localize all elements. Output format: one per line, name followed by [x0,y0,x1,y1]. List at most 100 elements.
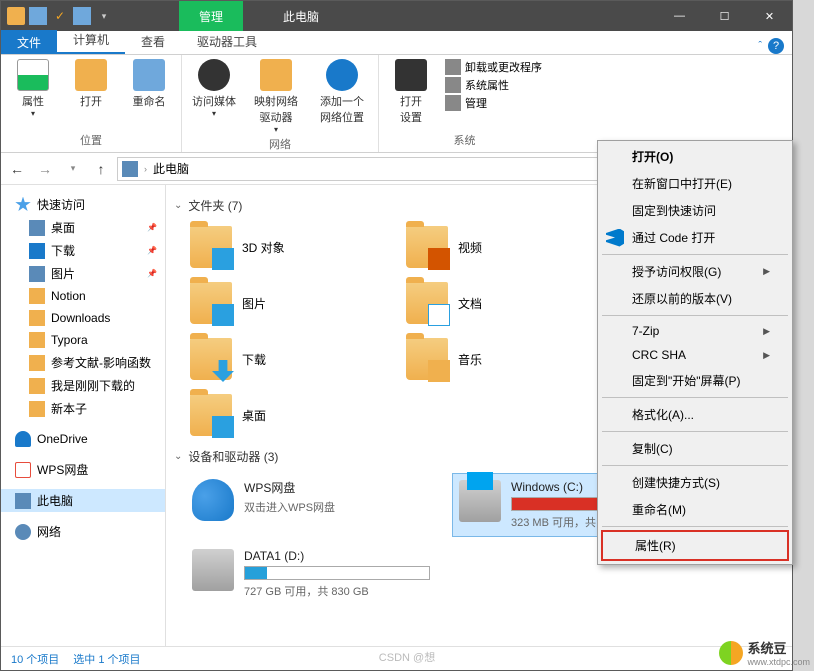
folder-desktop[interactable]: 桌面 [186,390,386,440]
ctx-restore[interactable]: 还原以前的版本(V) [600,285,790,312]
ctx-crcsha[interactable]: CRC SHA▶ [600,343,790,367]
folder-pictures[interactable]: 图片 [186,278,386,328]
rename-button[interactable]: 重命名 [125,59,173,109]
folder-icon [29,401,45,417]
sidebar-item-downloads[interactable]: 下载📌 [1,239,165,262]
drive-wps[interactable]: WPS网盘双击进入WPS网盘 [186,473,436,537]
qat-dropdown-icon[interactable]: ▾ [95,7,113,25]
window-controls: — ☐ ✕ [657,1,792,31]
folder-videos[interactable]: 视频 [402,222,602,272]
brand-icon [719,641,743,665]
sidebar-thispc[interactable]: 此电脑 [1,489,165,512]
collapse-ribbon-icon[interactable]: ˆ [758,40,762,52]
drive-d[interactable]: DATA1 (D:)727 GB 可用，共 830 GB [186,543,436,605]
minimize-button[interactable]: — [657,1,702,31]
folder-icon [406,282,448,324]
network-icon [15,524,31,540]
open-settings-button[interactable]: 打开 设置 [387,59,435,125]
ribbon: 属性▾ 打开 重命名 位置 访问媒体▾ 映射网络 驱动器▾ 添加一个 网络位置 … [1,55,792,153]
back-button[interactable]: ← [5,157,29,181]
close-button[interactable]: ✕ [747,1,792,31]
cloud-icon [192,479,234,521]
group-label-system: 系统 [387,130,542,150]
ctx-pin-quick[interactable]: 固定到快速访问 [600,197,790,224]
map-drive-button[interactable]: 映射网络 驱动器▾ [248,59,304,134]
sidebar-quick-access[interactable]: 快速访问 [1,193,165,216]
folder-downloads[interactable]: 下载 [186,334,386,384]
media-icon [198,59,230,91]
ctx-new-window[interactable]: 在新窗口中打开(E) [600,170,790,197]
sidebar-item-downloads2[interactable]: Downloads [1,307,165,329]
pin-icon: 📌 [147,223,157,232]
ribbon-tabs: 文件 计算机 查看 驱动器工具 ˆ ? [1,31,792,55]
folder-icon [29,288,45,304]
folder-icon [406,226,448,268]
sidebar-item-refs[interactable]: 参考文献-影响函数 [1,351,165,374]
netdrive-icon [260,59,292,91]
sidebar-item-desktop[interactable]: 桌面📌 [1,216,165,239]
open-button[interactable]: 打开 [67,59,115,109]
folder-3dobjects[interactable]: 3D 对象 [186,222,386,272]
folder-icon [7,7,25,25]
ctx-rename[interactable]: 重命名(M) [600,496,790,523]
recent-dropdown[interactable]: ▾ [61,157,85,181]
drive-tools-tab[interactable]: 驱动器工具 [181,29,273,54]
folder-icon [190,394,232,436]
chevron-right-icon: ▶ [763,326,770,337]
folder-icon [29,332,45,348]
app-icon [73,7,91,25]
csdn-watermark: CSDN @想 [379,649,435,665]
computer-tab[interactable]: 计算机 [57,27,125,54]
sidebar-item-newbook[interactable]: 新本子 [1,397,165,420]
settings-icon [395,59,427,91]
sysprop-button[interactable]: 系统属性 [445,77,542,93]
access-media-button[interactable]: 访问媒体▾ [190,59,238,118]
maximize-button[interactable]: ☐ [702,1,747,31]
ctx-format[interactable]: 格式化(A)... [600,401,790,428]
ribbon-group-network: 访问媒体▾ 映射网络 驱动器▾ 添加一个 网络位置 网络 [182,55,379,152]
sidebar-network[interactable]: 网络 [1,520,165,543]
ctx-access[interactable]: 授予访问权限(G)▶ [600,258,790,285]
folder-music[interactable]: 音乐 [402,334,602,384]
add-netloc-button[interactable]: 添加一个 网络位置 [314,59,370,125]
ctx-copy[interactable]: 复制(C) [600,435,790,462]
ctx-separator [602,465,788,466]
ctx-shortcut[interactable]: 创建快捷方式(S) [600,469,790,496]
ctx-separator [602,431,788,432]
file-tab[interactable]: 文件 [1,30,57,54]
usage-bar [244,566,430,580]
folder-icon [190,226,232,268]
uninstall-icon [445,59,461,75]
ctx-pin-start[interactable]: 固定到"开始"屏幕(P) [600,367,790,394]
ribbon-group-location: 属性▾ 打开 重命名 位置 [1,55,182,152]
uninstall-button[interactable]: 卸载或更改程序 [445,59,542,75]
cloud-icon [15,431,31,447]
help-icon[interactable]: ? [768,38,784,54]
ctx-properties-highlight: 属性(R) [601,530,789,561]
ctx-separator [602,315,788,316]
sidebar-onedrive[interactable]: OneDrive [1,428,165,450]
vscode-icon [606,229,624,247]
view-tab[interactable]: 查看 [125,29,181,54]
folder-documents[interactable]: 文档 [402,278,602,328]
check-icon: ✓ [51,7,69,25]
window-title: 此电脑 [283,8,319,25]
up-button[interactable]: ↑ [89,157,113,181]
status-selected-count: 选中 1 个项目 [73,651,140,667]
manage-tab[interactable]: 管理 [179,1,243,31]
sidebar-item-pictures[interactable]: 图片📌 [1,262,165,285]
sidebar-item-typora[interactable]: Typora [1,329,165,351]
sidebar-item-justdl[interactable]: 我是刚刚下载的 [1,374,165,397]
sysprop-icon [445,77,461,93]
ctx-open[interactable]: 打开(O) [600,143,790,170]
ctx-vscode[interactable]: 通过 Code 打开 [600,224,790,251]
sidebar-item-notion[interactable]: Notion [1,285,165,307]
manage-button[interactable]: 管理 [445,95,542,111]
sidebar-wps[interactable]: WPS网盘 [1,458,165,481]
properties-button[interactable]: 属性▾ [9,59,57,118]
ribbon-help: ˆ ? [758,38,784,54]
ctx-7zip[interactable]: 7-Zip▶ [600,319,790,343]
ctx-properties[interactable]: 属性(R) [603,532,787,559]
rename-icon [133,59,165,91]
forward-button[interactable]: → [33,157,57,181]
